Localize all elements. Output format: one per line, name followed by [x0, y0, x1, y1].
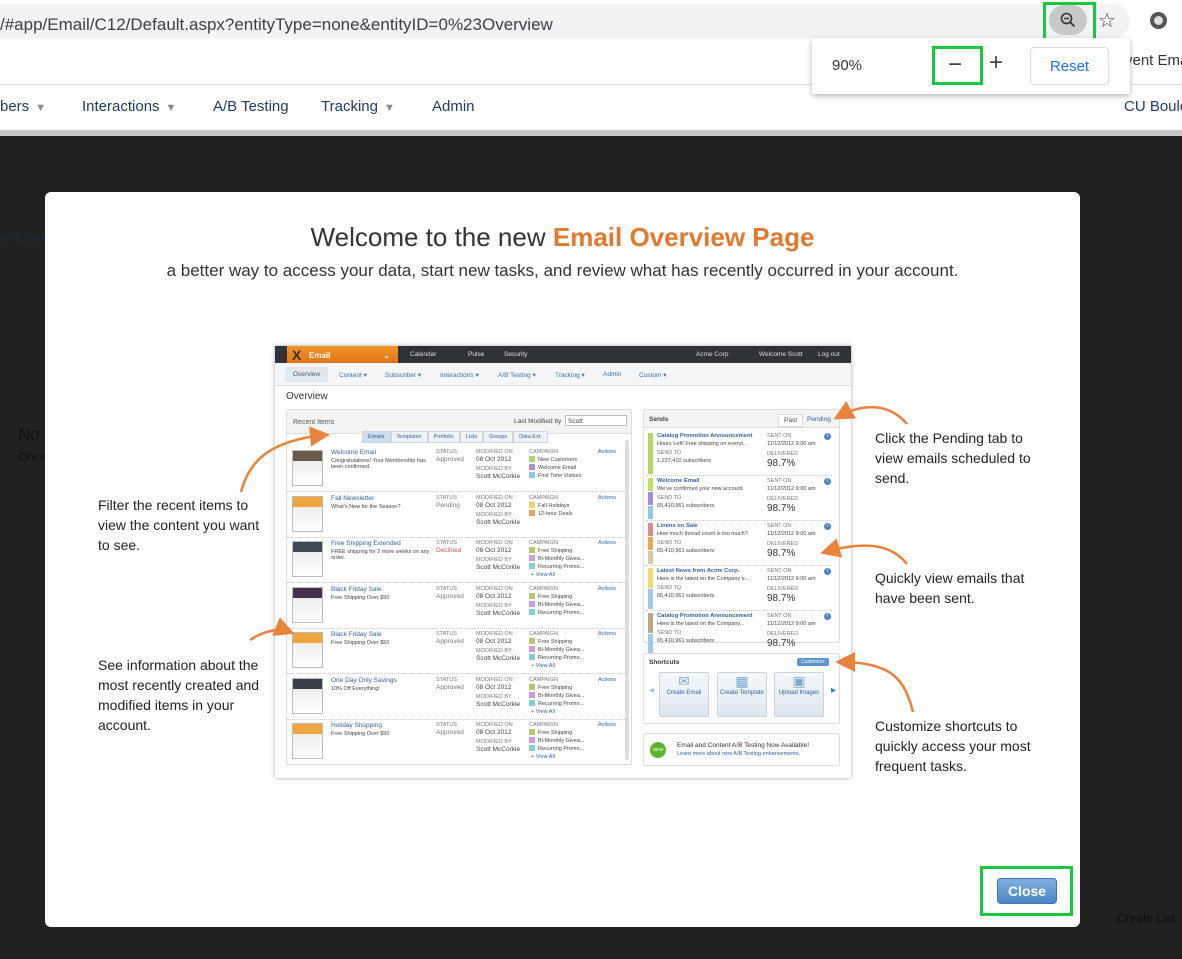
zoom-in-button[interactable]: +	[989, 49, 1003, 77]
highlight-box	[1043, 2, 1096, 41]
highlight-box	[980, 866, 1073, 916]
welcome-modal: Welcome to the new Email Overview Page a…	[45, 192, 1080, 927]
nav-item-subscribers[interactable]: bers ▼	[0, 98, 46, 115]
url-text[interactable]: /#app/Email/C12/Default.aspx?entityType=…	[0, 15, 553, 35]
nav-item-interactions[interactable]: Interactions ▼	[82, 98, 176, 115]
nav-item-tracking[interactable]: Tracking ▼	[321, 98, 395, 115]
background-create-list: Create List	[1117, 911, 1176, 925]
nav-item-admin[interactable]: Admin	[432, 98, 475, 115]
zoom-popup: 90% − + Reset	[812, 38, 1130, 94]
background-empty-text: Once	[18, 450, 47, 464]
background-empty-title: No i	[18, 425, 49, 444]
arrow-recent	[249, 617, 295, 642]
highlight-box	[932, 46, 983, 85]
arrow-pending	[833, 400, 908, 425]
divider	[0, 130, 1182, 136]
background-tab: er Emai	[0, 230, 45, 245]
annotation-arrows	[239, 400, 915, 713]
arrow-sent	[820, 538, 908, 565]
org-name[interactable]: CU Bould	[1124, 98, 1182, 115]
zoom-level: 90%	[832, 57, 863, 74]
address-bar[interactable]: /#app/Email/C12/Default.aspx?entityType=…	[0, 4, 1130, 38]
arrow-shortcuts	[835, 652, 915, 713]
arrow-filter	[239, 426, 330, 493]
bookmark-item[interactable]: vent Ema	[1125, 52, 1182, 69]
bookmark-star-icon[interactable]: ☆	[1098, 8, 1116, 33]
nav-item-ab-testing[interactable]: A/B Testing	[213, 98, 289, 115]
zoom-reset-button[interactable]: Reset	[1030, 47, 1109, 85]
extension-icon[interactable]	[1150, 12, 1167, 29]
